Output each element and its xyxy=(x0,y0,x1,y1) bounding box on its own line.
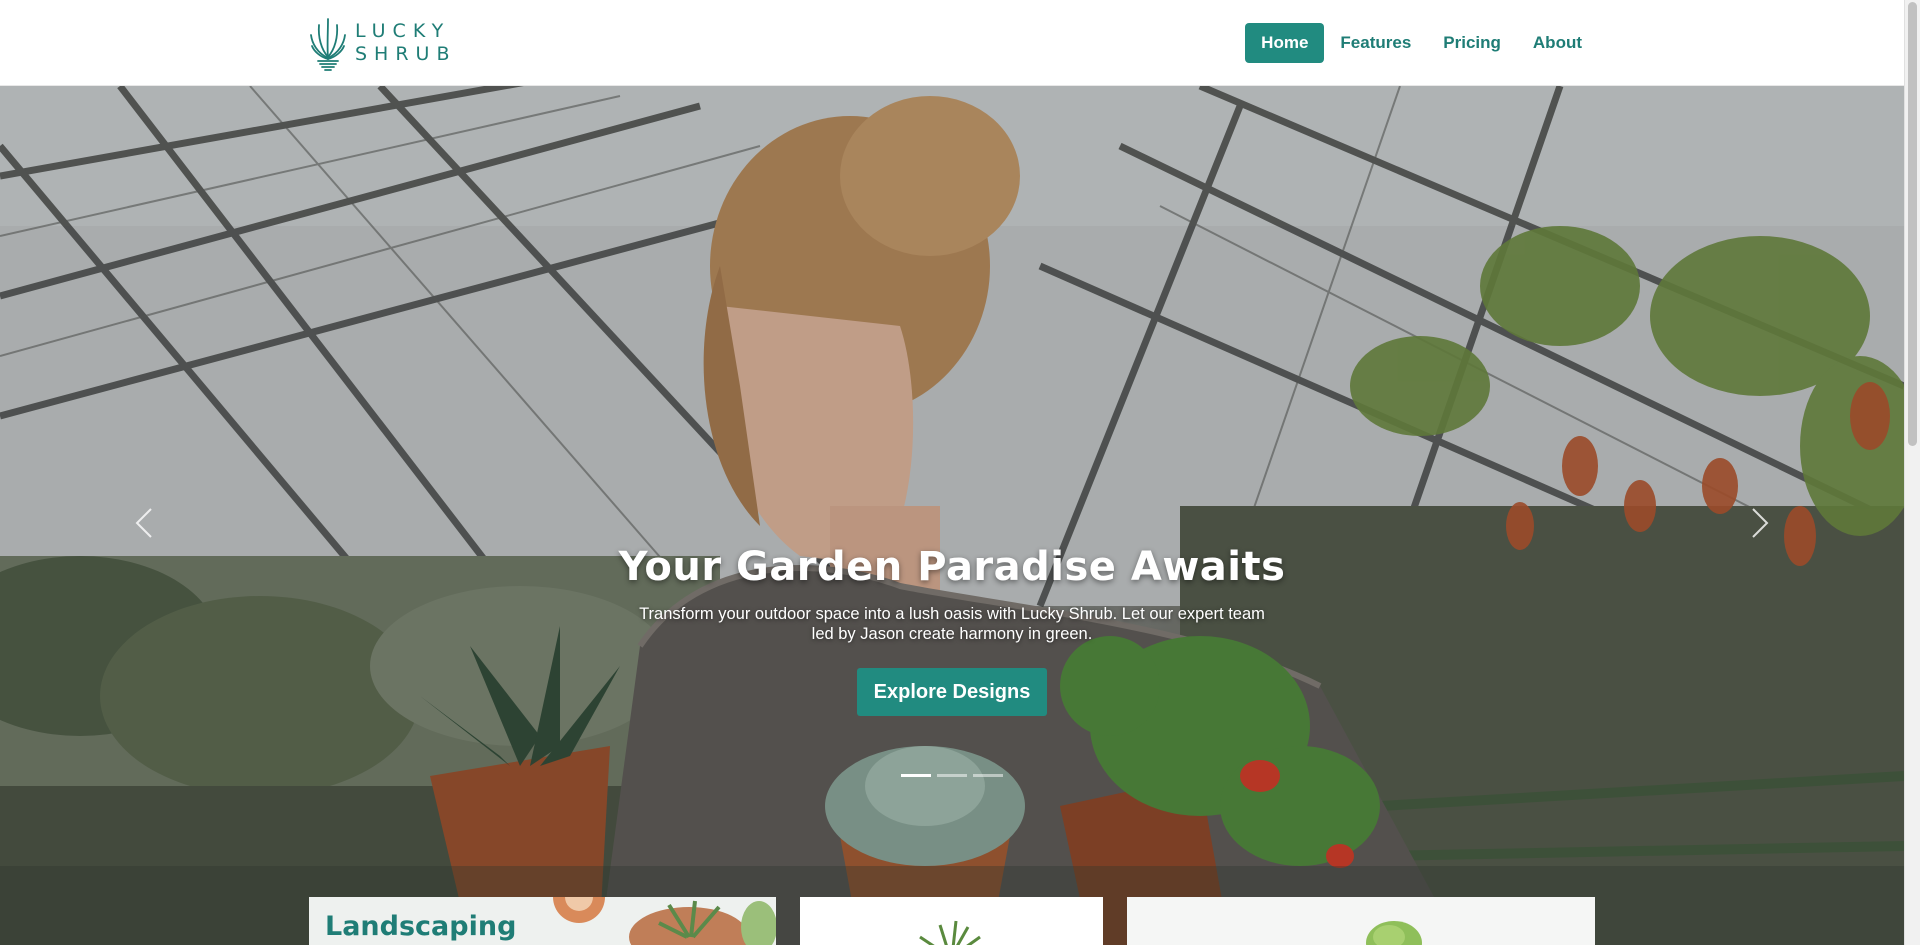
carousel-indicators xyxy=(0,774,1904,777)
carousel-indicator-2[interactable] xyxy=(937,774,967,777)
feature-card-2[interactable] xyxy=(800,897,1103,945)
chevron-left-icon xyxy=(135,508,152,538)
card-plant-image xyxy=(1366,921,1422,945)
nav-features-link[interactable]: Features xyxy=(1324,23,1427,63)
scrollbar-thumb[interactable] xyxy=(1908,2,1917,446)
main-nav: Home Features Pricing About xyxy=(1245,23,1598,63)
brand-line-1: LUCKY xyxy=(355,20,451,42)
carousel-next-button[interactable] xyxy=(1740,498,1780,548)
card-title: Landscaping xyxy=(325,911,517,942)
explore-designs-button[interactable]: Explore Designs xyxy=(856,668,1048,716)
carousel-prev-button[interactable] xyxy=(124,498,164,548)
nav-home-link[interactable]: Home xyxy=(1245,23,1325,63)
brand-logo[interactable]: LUCKY SHRUB xyxy=(309,15,457,71)
hero-subtitle: Transform your outdoor space into a lush… xyxy=(639,605,1265,643)
aloe-plant-icon xyxy=(310,18,346,71)
feature-card-landscaping[interactable]: Landscaping xyxy=(309,897,776,945)
hero-title: Your Garden Paradise Awaits xyxy=(618,544,1286,590)
nav-pricing-link[interactable]: Pricing xyxy=(1427,23,1517,63)
nav-about-link[interactable]: About xyxy=(1517,23,1598,63)
brand-line-2: SHRUB xyxy=(355,43,457,65)
carousel-indicator-1[interactable] xyxy=(901,774,931,777)
page-scrollbar[interactable] xyxy=(1904,0,1920,945)
hero-carousel: Your Garden Paradise Awaits Transform yo… xyxy=(0,86,1904,945)
hero-overlay xyxy=(0,86,1904,945)
chevron-right-icon xyxy=(1752,508,1769,538)
feature-card-3[interactable] xyxy=(1127,897,1595,945)
card-plant-image xyxy=(919,920,981,945)
carousel-indicator-3[interactable] xyxy=(973,774,1003,777)
hero-caption: Your Garden Paradise Awaits Transform yo… xyxy=(0,544,1904,716)
site-header: LUCKY SHRUB Home Features Pricing About xyxy=(0,0,1904,86)
brand-wordmark: LUCKY SHRUB xyxy=(355,20,457,66)
